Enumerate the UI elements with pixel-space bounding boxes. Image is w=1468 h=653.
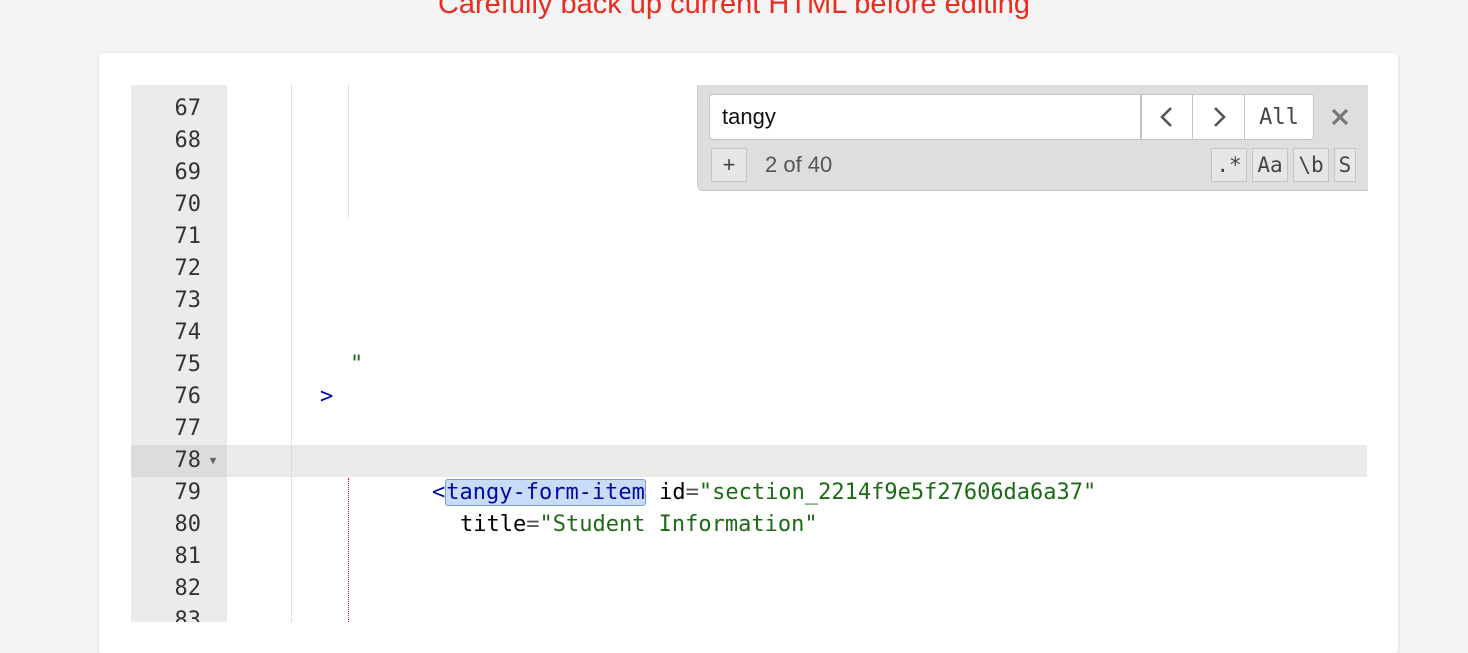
line-number: 67 <box>174 96 202 121</box>
chevron-left-icon <box>1160 107 1172 127</box>
attr-name: title <box>459 512 527 537</box>
attr-equals: = <box>526 512 540 537</box>
close-icon <box>1331 108 1349 126</box>
line-number: 78 <box>174 448 202 473</box>
backup-warning: Carefully back up current HTML before ed… <box>437 0 1031 20</box>
code-line-66: on-resubmit <box>350 85 496 93</box>
line-number: 83 <box>174 608 202 622</box>
line-number: 79 <box>174 480 202 505</box>
search-input[interactable]: tangy <box>709 94 1141 140</box>
line-number: 66 <box>131 85 202 93</box>
line-number: 73 <box>174 288 202 313</box>
search-panel: tangy All + 2 of 40 .* Aa \b S <box>697 85 1368 191</box>
indent-guide-error <box>348 478 349 622</box>
find-all-button[interactable]: All <box>1244 94 1314 140</box>
close-search-button[interactable] <box>1326 103 1354 131</box>
chevron-right-icon <box>1213 107 1226 127</box>
previous-match-button[interactable] <box>1141 94 1193 140</box>
line-number: 74 <box>174 320 202 345</box>
code-line-75: " <box>350 352 364 377</box>
line-number: 82 <box>174 576 202 601</box>
toggle-replace-button[interactable]: + <box>711 148 747 182</box>
attr-value: "Student Information" <box>539 512 818 537</box>
code-line-76: > <box>320 384 334 409</box>
line-number: 71 <box>174 224 202 249</box>
code-line-78: <tangy-form-item id="section_2214f9e5f27… <box>379 445 1096 506</box>
match-counter: 2 of 40 <box>765 152 833 177</box>
line-number: 80 <box>174 512 202 537</box>
line-number: 75 <box>174 352 202 377</box>
line-number: 69 <box>174 160 202 185</box>
code-line-79: title="Student Information" <box>407 477 818 537</box>
case-sensitive-option-button[interactable]: Aa <box>1252 148 1288 182</box>
whole-word-option-button[interactable]: \b <box>1293 148 1329 182</box>
line-number: 77 <box>174 416 202 441</box>
line-number: 81 <box>174 544 202 569</box>
next-match-button[interactable] <box>1192 94 1245 140</box>
regex-option-button[interactable]: .* <box>1211 148 1247 182</box>
line-number: 72 <box>174 256 202 281</box>
line-number: 68 <box>174 128 202 153</box>
line-number: 70 <box>174 192 202 217</box>
indent-guide <box>348 85 349 218</box>
indent-guide <box>291 85 292 622</box>
line-number: 76 <box>174 384 202 409</box>
search-in-selection-option-button[interactable]: S <box>1334 148 1356 182</box>
fold-toggle-icon[interactable]: ▼ <box>207 445 219 477</box>
